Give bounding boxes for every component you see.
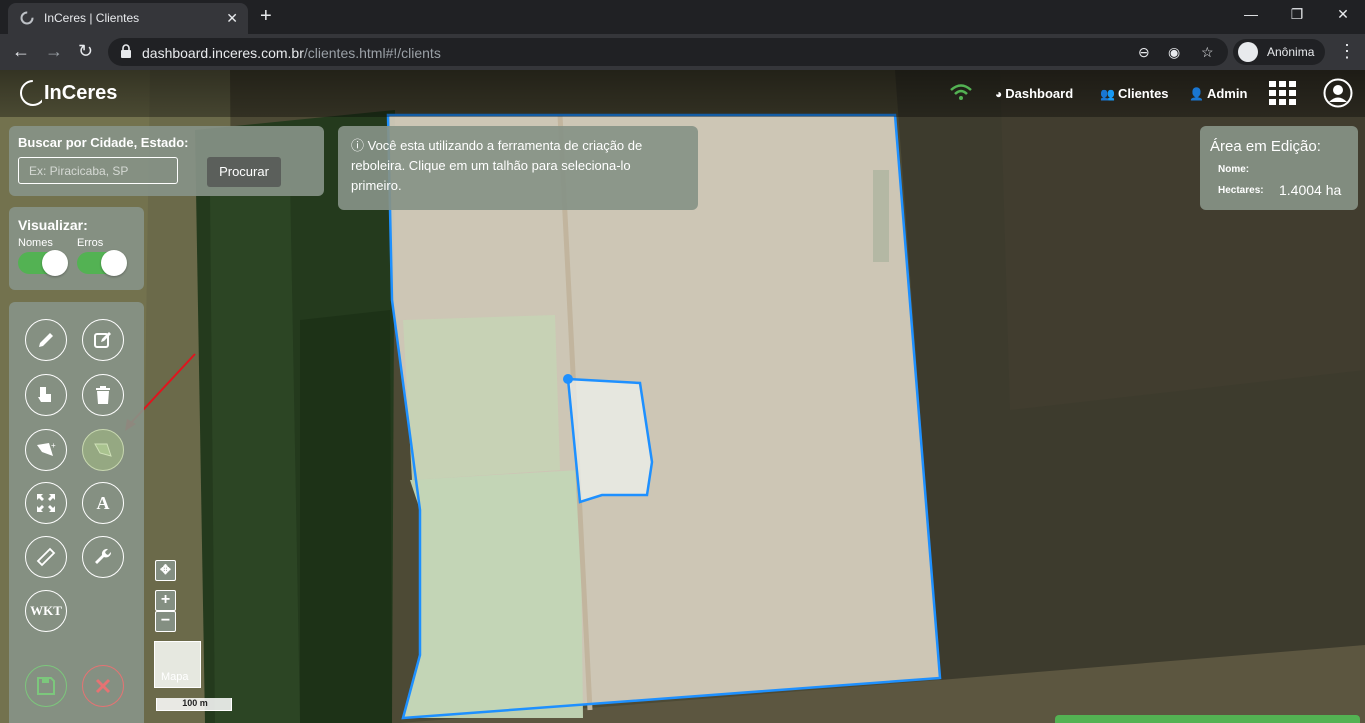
nav-clientes[interactable]: 👥 Clientes [1100,86,1169,101]
save-icon [37,677,55,695]
area-name-label: Nome: [1218,164,1250,175]
wifi-icon [950,84,972,100]
search-label: Buscar por Cidade, Estado: [18,135,189,150]
zoom-icon[interactable]: ⊖ [1138,44,1150,61]
reboleira-tool-button[interactable] [82,429,124,471]
toggle-label-nomes: Nomes [18,237,53,249]
close-tab-icon[interactable]: ✕ [226,10,238,27]
question-circle-icon: ⓘ [351,138,368,153]
expand-arrows-icon [37,494,55,512]
measure-button[interactable] [25,536,67,578]
fit-extent-button[interactable] [25,482,67,524]
pan-control[interactable]: ✥ [155,560,176,581]
select-button[interactable] [25,374,67,416]
star-icon[interactable]: ☆ [1201,44,1214,61]
cancel-icon [95,678,111,694]
incognito-icon [1238,42,1258,62]
draw-polygon-button[interactable] [25,319,67,361]
toggle-label-erros: Erros [77,237,104,249]
nav-dashboard[interactable]: ◕ Dashboard [995,86,1073,101]
edit-icon [94,332,111,348]
browser-tabbar: InCeres | Clientes ✕ + — ❐ ✕ [0,0,1365,34]
users-icon: 👥 [1100,87,1115,101]
browser-tab[interactable]: InCeres | Clientes ✕ [8,3,248,34]
browser-toolbar: ← → ↻ dashboard.inceres.com.br/clientes.… [0,34,1365,70]
close-window-icon[interactable]: ✕ [1328,6,1358,23]
add-reboleira-button[interactable]: + [25,429,67,471]
tools-panel: + A WKT [9,302,144,723]
app-header: InCeres ◕ Dashboard 👥 Clientes 👤 Admin [0,70,1365,117]
area-editing-panel: Área em Edição: Nome: Hectares: 1.4004 h… [1200,126,1358,210]
visualizar-panel: Visualizar: Nomes Erros [9,207,144,290]
delete-button[interactable] [82,374,124,416]
settings-button[interactable] [82,536,124,578]
user-plus-icon: 👤 [1189,87,1204,101]
logo-icon [20,80,42,106]
pencil-icon [39,333,53,347]
svg-text:+: + [51,441,56,450]
info-message-panel: ⓘ Você esta utilizando a ferramenta de c… [338,126,698,210]
inceres-favicon-icon [20,11,34,25]
restore-icon[interactable]: ❐ [1282,6,1312,23]
hand-pointer-icon [38,387,51,402]
user-account-icon[interactable] [1323,78,1353,108]
profile-button[interactable]: Anônima [1233,39,1325,65]
scale-label: 100 m [182,698,208,708]
url-text: dashboard.inceres.com.br/clientes.html#!… [142,45,441,61]
search-panel: Buscar por Cidade, Estado: Procurar [9,126,324,196]
label-text-button[interactable]: A [82,482,124,524]
back-icon[interactable]: ← [12,42,30,60]
polygon-selected-icon [94,443,112,457]
area-hectares-label: Hectares: [1218,185,1264,196]
reload-icon[interactable]: ↻ [78,42,93,60]
eye-off-icon[interactable]: ◉ [1168,44,1180,61]
nav-admin[interactable]: 👤 Admin [1189,86,1247,101]
profile-name: Anônima [1267,45,1315,59]
status-bar [1055,715,1360,723]
save-button[interactable] [25,665,67,707]
scale-bar: 100 m [156,698,232,711]
address-bar[interactable]: dashboard.inceres.com.br/clientes.html#!… [108,38,1228,66]
toggle-erros[interactable] [77,250,127,276]
cancel-button[interactable] [82,665,124,707]
zoom-in-button[interactable]: + [155,590,176,611]
browser-menu-icon[interactable]: ⋮ [1338,42,1356,60]
map-layer-switcher[interactable]: Mapa [154,641,201,688]
lock-icon [121,44,131,58]
info-message: Você esta utilizando a ferramenta de cri… [351,138,643,193]
edit-polygon-button[interactable] [82,319,124,361]
minimize-icon[interactable]: — [1236,6,1266,22]
trash-icon [96,386,110,404]
area-title: Área em Edição: [1210,138,1321,155]
area-hectares-value: 1.4004 ha [1279,182,1342,198]
polygon-add-icon: + [37,441,56,456]
zoom-out-button[interactable]: − [155,611,176,632]
new-tab-icon[interactable]: + [260,6,272,26]
toggle-knob [101,250,127,276]
layer-label: Mapa [161,671,189,683]
visualizar-label: Visualizar: [18,217,88,233]
forward-icon[interactable]: → [45,42,63,60]
tab-title: InCeres | Clientes [44,11,140,25]
apps-grid-icon[interactable] [1269,81,1297,105]
wrench-icon [95,548,112,564]
move-arrows-icon: ✥ [160,562,171,577]
city-search-input[interactable] [18,157,178,184]
toggle-nomes[interactable] [18,250,68,276]
toggle-knob [42,250,68,276]
search-button[interactable]: Procurar [207,157,281,187]
dashboard-icon: ◕ [995,87,1003,101]
ruler-icon [36,547,56,567]
wkt-button[interactable]: WKT [25,590,67,632]
